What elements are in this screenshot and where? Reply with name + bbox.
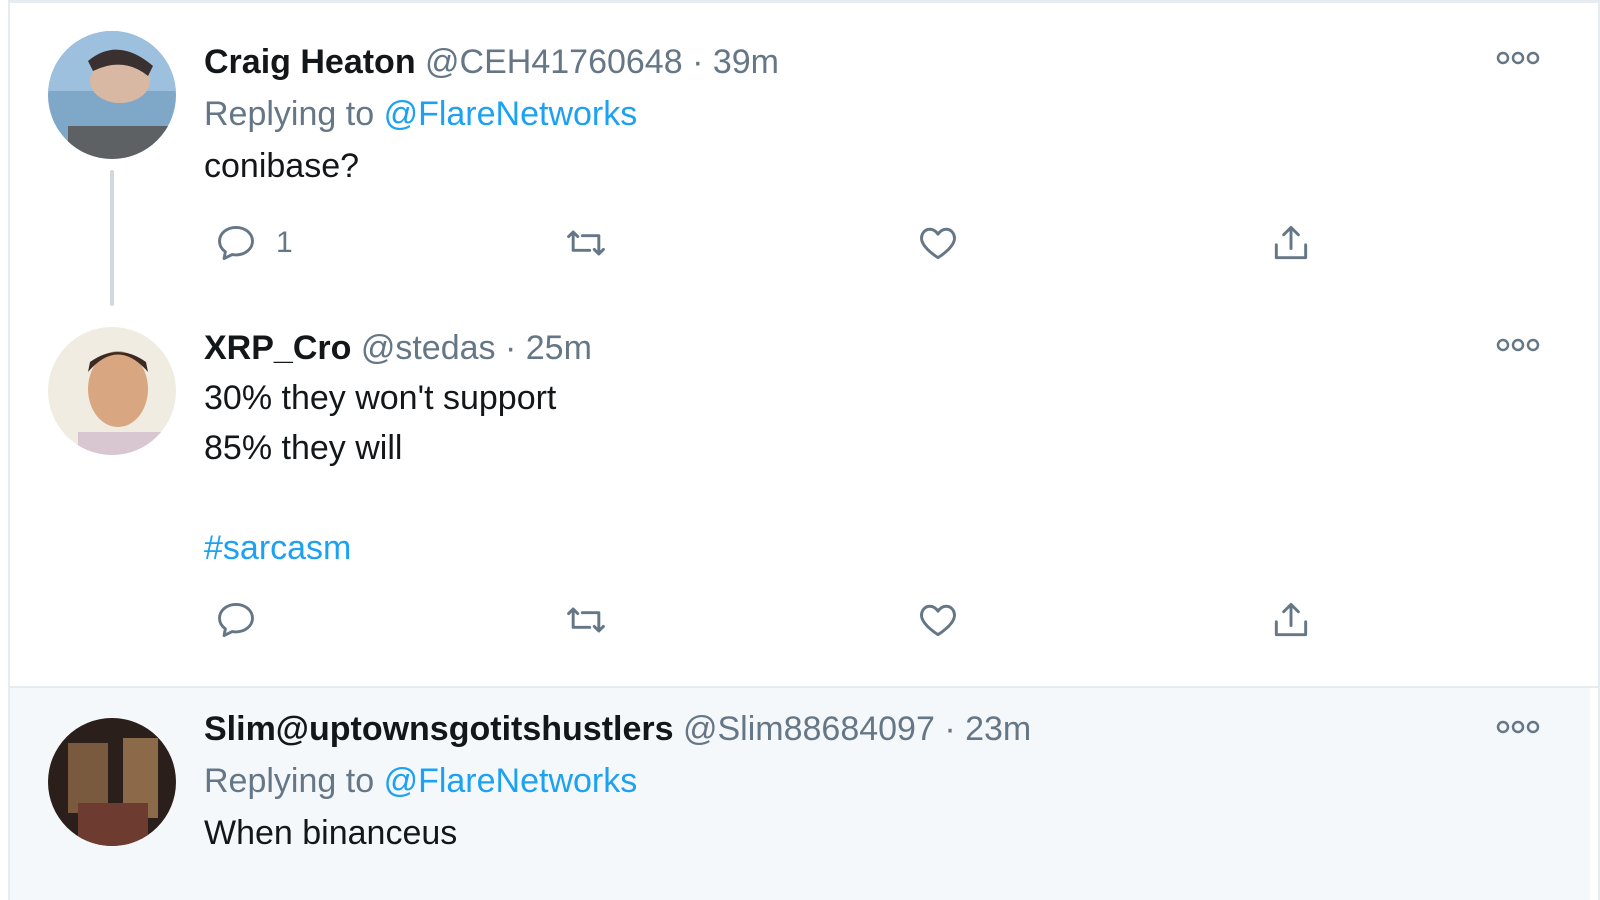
mention-link[interactable]: @FlareNetworks	[384, 762, 638, 800]
reply-button[interactable]	[214, 595, 258, 645]
avatar-photo	[48, 327, 176, 455]
tweet-text-line: 85% they will	[204, 429, 403, 467]
retweet-button[interactable]	[564, 595, 608, 645]
replying-to-line: Replying to @FlareNetworks	[204, 760, 1530, 802]
tweet-text-line: conibase?	[204, 147, 360, 185]
tweet-craig-heaton[interactable]: Craig Heaton @CEH41760648 · 39m Replying…	[10, 3, 1590, 306]
hashtag-link[interactable]: #sarcasm	[204, 523, 1530, 573]
mention-link[interactable]: @FlareNetworks	[384, 95, 638, 133]
tweet-text-line: 30% they won't support	[204, 379, 557, 417]
timestamp[interactable]: 25m	[526, 329, 592, 367]
reply-icon	[218, 602, 254, 638]
separator-dot: ·	[504, 329, 517, 367]
tweet-actions: 1	[204, 218, 1324, 268]
username[interactable]: @CEH41760648	[425, 43, 683, 81]
retweet-icon	[567, 230, 605, 256]
tweet-slim[interactable]: Slim@uptownsgotitshustlers @Slim88684097…	[10, 688, 1590, 900]
like-button[interactable]	[916, 595, 960, 645]
share-button[interactable]	[1269, 218, 1313, 268]
tweet-text: 30% they won't support 85% they will #sa…	[204, 373, 1530, 573]
more-options-icon[interactable]	[1496, 51, 1540, 65]
reply-button[interactable]: 1	[214, 218, 293, 268]
tweet-header: XRP_Cro @stedas · 25m	[204, 327, 1530, 369]
thread-connector-line	[110, 170, 114, 306]
like-icon	[920, 227, 956, 260]
reply-icon	[218, 225, 254, 261]
display-name[interactable]: Slim@uptownsgotitshustlers	[204, 710, 674, 748]
avatar-photo	[48, 31, 176, 159]
more-options-icon[interactable]	[1496, 338, 1540, 352]
replying-to-line: Replying to @FlareNetworks	[204, 93, 1530, 135]
tweet-xrp-cro[interactable]: XRP_Cro @stedas · 25m 30% they won't sup…	[10, 305, 1590, 685]
timestamp[interactable]: 23m	[965, 710, 1031, 748]
tweet-actions	[204, 595, 1324, 645]
share-button[interactable]	[1269, 595, 1313, 645]
replying-prefix: Replying to	[204, 95, 375, 133]
more-options-icon[interactable]	[1496, 720, 1540, 734]
display-name[interactable]: Craig Heaton	[204, 43, 416, 81]
tweet-header: Slim@uptownsgotitshustlers @Slim88684097…	[204, 708, 1530, 750]
tweet-text-blank-line	[204, 473, 1530, 523]
avatar-photo	[48, 718, 176, 846]
separator-dot: ·	[692, 43, 704, 81]
avatar[interactable]	[48, 327, 176, 455]
avatar[interactable]	[48, 718, 176, 846]
share-icon	[1274, 225, 1308, 260]
username[interactable]: @Slim88684097	[683, 710, 935, 748]
like-icon	[920, 604, 956, 637]
share-icon	[1274, 602, 1308, 637]
timestamp[interactable]: 39m	[713, 43, 779, 81]
retweet-icon	[567, 607, 605, 633]
like-button[interactable]	[916, 218, 960, 268]
tweet-text: conibase?	[204, 141, 1530, 191]
username[interactable]: @stedas	[361, 329, 496, 367]
retweet-button[interactable]	[564, 218, 608, 268]
display-name[interactable]: XRP_Cro	[204, 329, 351, 367]
avatar[interactable]	[48, 31, 176, 159]
tweet-text-line: When binanceus	[204, 814, 458, 852]
separator-dot: ·	[944, 710, 956, 748]
tweet-header: Craig Heaton @CEH41760648 · 39m	[204, 41, 1530, 83]
reply-count: 1	[276, 226, 293, 259]
tweet-text: When binanceus	[204, 808, 1530, 858]
replying-prefix: Replying to	[204, 762, 375, 800]
